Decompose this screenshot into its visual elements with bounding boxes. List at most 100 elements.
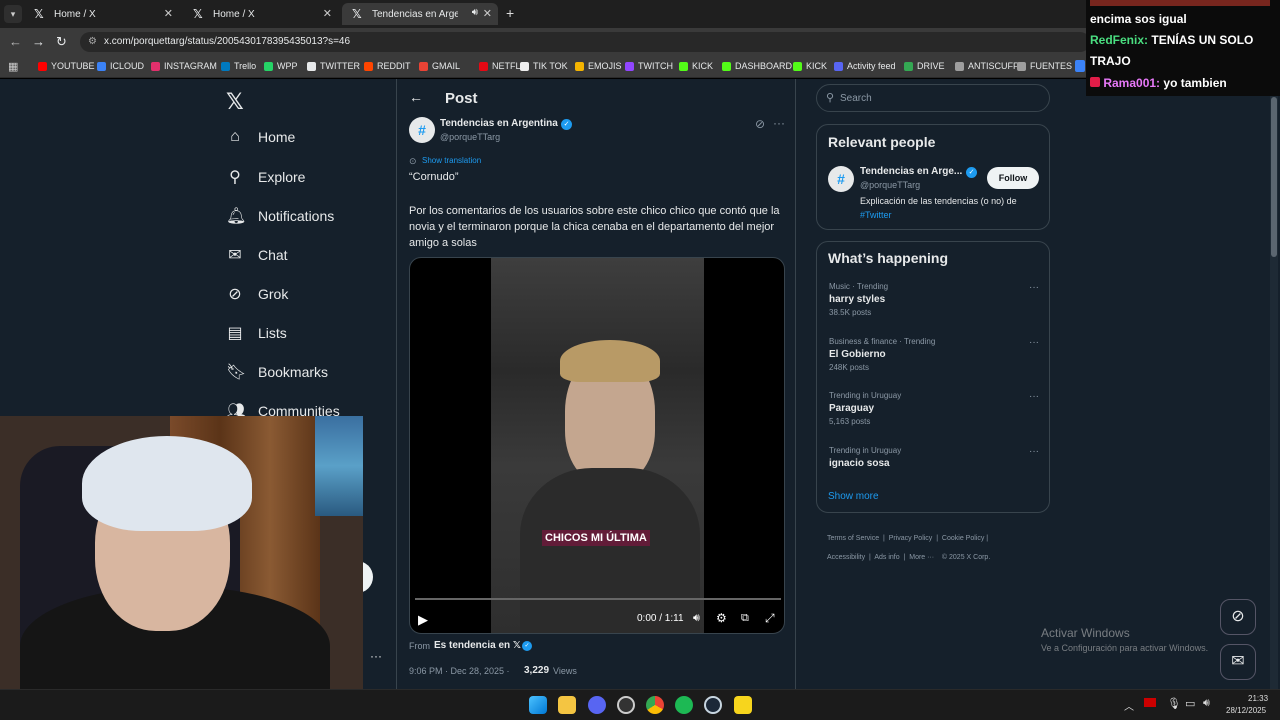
footer-link[interactable]: Privacy Policy	[889, 535, 933, 542]
file-explorer-icon[interactable]	[558, 696, 576, 714]
more-options-icon[interactable]: ···	[1029, 446, 1039, 457]
discord-icon[interactable]	[588, 696, 606, 714]
grok-float-button[interactable]: ⊘	[1220, 599, 1256, 635]
person-handle[interactable]: @porqueTTarg	[860, 180, 920, 190]
language-icon[interactable]	[1144, 698, 1156, 707]
bookmark-item[interactable]: Activity feed	[834, 61, 896, 71]
settings-icon[interactable]: ⚙	[716, 611, 727, 625]
person-name[interactable]: Tendencias en Arge...	[860, 166, 962, 177]
volume-icon[interactable]: 🔊︎	[1203, 697, 1210, 710]
microphone-icon[interactable]: 🎙︎	[1167, 697, 1181, 710]
author-handle[interactable]: @porqueTTarg	[440, 132, 500, 142]
clock-date[interactable]: 28/12/2025	[1226, 706, 1266, 715]
play-icon[interactable]: ▶	[418, 612, 428, 628]
bookmark-item[interactable]: FUENTES	[1017, 61, 1072, 71]
browser-tab-2[interactable]: 𝕏 Home / X ✕	[183, 3, 338, 25]
bookmark-item[interactable]: WPP	[264, 61, 298, 71]
bookmark-item[interactable]: DRIVE	[904, 61, 945, 71]
more-options-icon[interactable]: ···	[773, 116, 785, 130]
footer-link[interactable]: Cookie Policy	[942, 535, 984, 542]
spotify-icon[interactable]	[675, 696, 693, 714]
site-info-icon[interactable]: ⚙	[88, 32, 97, 52]
sidebar-item-chat[interactable]: ✉ Chat	[226, 245, 287, 265]
bookmark-overflow-icon[interactable]	[1075, 60, 1085, 72]
bookmark-item[interactable]: ICLOUD	[97, 61, 144, 71]
new-tab-button[interactable]: +	[506, 5, 514, 21]
trend-item[interactable]: Music · Trending harry styles 38.5K post…	[829, 282, 1039, 317]
trend-item[interactable]: Trending in Uruguay Paraguay 5,163 posts…	[829, 391, 1039, 426]
bookmark-item[interactable]: YOUTUBE	[38, 61, 95, 71]
bookmark-item[interactable]: Trello	[221, 61, 256, 71]
scrollbar-thumb[interactable]	[1271, 97, 1277, 257]
x-logo-icon[interactable]: 𝕏	[226, 89, 244, 115]
show-translation-link[interactable]: Show translation	[422, 156, 481, 165]
pip-icon[interactable]: ⧉	[741, 612, 749, 625]
sidebar-item-explore[interactable]: ⚲ Explore	[226, 167, 305, 187]
sidebar-item-home[interactable]: ⌂ Home	[226, 128, 295, 146]
author-name[interactable]: Tendencias en Argentina	[440, 118, 558, 129]
reload-icon[interactable]: ↻	[56, 34, 67, 50]
bookmark-item[interactable]: ANTISCUFF	[955, 61, 1019, 71]
footer-link[interactable]: Accessibility	[827, 554, 865, 561]
close-icon[interactable]: ✕	[164, 7, 173, 20]
trend-item[interactable]: Trending in Uruguay ignacio sosa ···	[829, 446, 1039, 469]
bookmark-item[interactable]: REDDIT	[364, 61, 411, 71]
bookmark-item[interactable]: INSTAGRAM	[151, 61, 217, 71]
scrollbar[interactable]	[1270, 87, 1278, 689]
close-icon[interactable]: ✕	[323, 7, 332, 20]
sticky-notes-icon[interactable]	[734, 696, 752, 714]
bookmark-item[interactable]: TWITTER	[307, 61, 360, 71]
volume-icon[interactable]: 🔊︎	[693, 612, 700, 625]
avatar[interactable]: #	[409, 117, 435, 143]
network-icon[interactable]: ▭	[1185, 697, 1195, 710]
address-bar[interactable]: ⚙ x.com/porquettarg/status/2005430178395…	[80, 32, 1090, 52]
back-arrow-icon[interactable]: ←	[409, 89, 423, 105]
speaker-icon[interactable]: 🔊︎	[472, 7, 478, 18]
more-options-icon[interactable]: ···	[1029, 391, 1039, 402]
footer-link[interactable]: Terms of Service	[827, 535, 879, 542]
clock-time[interactable]: 21:33	[1248, 694, 1268, 703]
bookmark-item[interactable]: TWITCH	[625, 61, 673, 71]
footer-link[interactable]: Ads info	[874, 554, 899, 561]
person-bio-link[interactable]: #Twitter	[860, 210, 892, 220]
sidebar-item-bookmarks[interactable]: 🔖︎ Bookmarks	[226, 362, 328, 382]
sidebar-item-grok[interactable]: ⊘ Grok	[226, 284, 288, 304]
bookmark-item[interactable]: EMOJIS	[575, 61, 622, 71]
apps-grid-icon[interactable]: ▦	[8, 60, 18, 73]
trend-item[interactable]: Business & finance · Trending El Gobiern…	[829, 337, 1039, 372]
footer-link[interactable]: More ···	[909, 554, 934, 561]
video-player[interactable]: CHICOS MI ÚLTIMA ▶ 0:00 / 1:11 🔊︎ ⚙ ⧉ ⤢	[409, 257, 785, 634]
bookmark-item[interactable]: GMAIL	[419, 61, 460, 71]
more-options-icon[interactable]: ···	[1029, 282, 1039, 293]
browser-tab-3[interactable]: 𝕏 Tendencias en Argentina on 🔊︎ ✕	[342, 3, 498, 25]
bookmark-item[interactable]: DASHBOARD	[722, 61, 792, 71]
from-source-link[interactable]: Es tendencia en 𝕏	[434, 640, 521, 651]
grok-icon[interactable]: ⊘	[755, 117, 765, 131]
more-options-icon[interactable]: ···	[370, 649, 382, 663]
follow-button[interactable]: Follow	[987, 167, 1039, 189]
search-input[interactable]: ⚲ Search	[816, 84, 1050, 112]
bookmark-item[interactable]: KICK	[679, 61, 713, 71]
tray-overflow-icon[interactable]: ︿	[1124, 698, 1134, 713]
bookmark-item[interactable]: TIK TOK	[520, 61, 568, 71]
obs-icon[interactable]	[617, 696, 635, 714]
avatar[interactable]: #	[828, 166, 854, 192]
messages-float-button[interactable]: ✉	[1220, 644, 1256, 680]
more-options-icon[interactable]: ···	[1029, 337, 1039, 348]
close-icon[interactable]: ✕	[483, 7, 492, 20]
show-more-link[interactable]: Show more	[828, 491, 879, 502]
steam-icon[interactable]	[704, 696, 722, 714]
post-timestamp[interactable]: 9:06 PM · Dec 28, 2025 ·	[409, 666, 510, 676]
sidebar-item-lists[interactable]: ▤ Lists	[226, 323, 286, 343]
bookmark-icon	[575, 61, 584, 71]
sidebar-item-notifications[interactable]: 🔔︎ Notifications	[226, 206, 334, 226]
back-icon[interactable]: ←	[9, 34, 22, 49]
windows-start-icon[interactable]	[529, 696, 547, 714]
forward-icon[interactable]: →	[32, 34, 45, 49]
fullscreen-icon[interactable]: ⤢	[765, 611, 775, 626]
video-progress-track[interactable]	[415, 598, 781, 600]
chrome-icon[interactable]	[646, 696, 664, 714]
tab-menu-button[interactable]: ▾	[4, 5, 22, 23]
browser-tab-1[interactable]: 𝕏 Home / X ✕	[24, 3, 179, 25]
bookmark-item[interactable]: KICK	[793, 61, 827, 71]
